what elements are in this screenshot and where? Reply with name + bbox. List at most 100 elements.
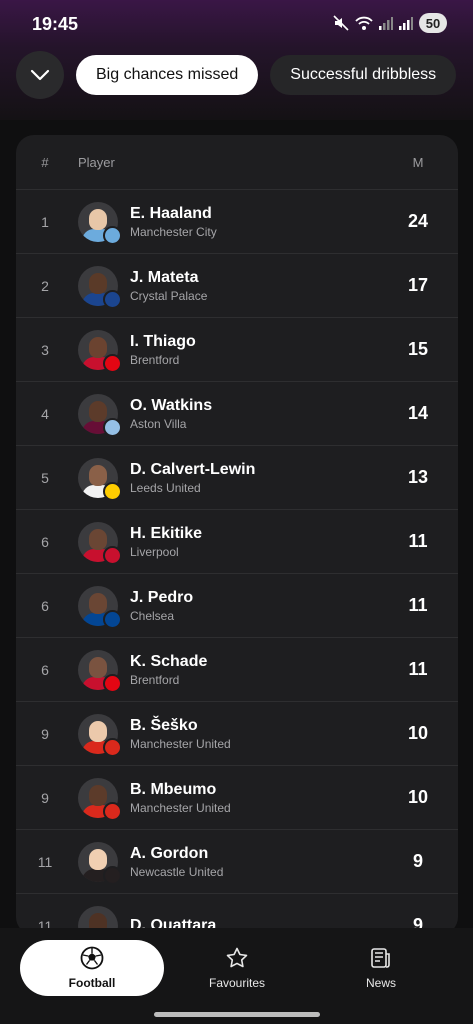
star-icon xyxy=(226,947,248,968)
nav-news[interactable]: News xyxy=(310,940,452,996)
table-body: 1 E. Haaland Manchester City 24 2 J. Mateta Cr… xyxy=(16,190,458,935)
club-badge-icon xyxy=(103,353,122,373)
player-avatar xyxy=(78,201,122,245)
stat-value: 11 xyxy=(408,659,428,679)
player-avatar xyxy=(78,393,122,437)
player-team: Leeds United xyxy=(130,480,201,495)
player-team: Crystal Palace xyxy=(130,288,208,303)
club-badge-icon xyxy=(103,673,122,693)
bottom-navigation: Football Favourites News xyxy=(0,928,473,1024)
player-avatar xyxy=(78,457,122,501)
player-info: D. Calvert-Lewin Leeds United xyxy=(118,460,378,496)
player-head xyxy=(89,272,107,294)
stat-value: 13 xyxy=(407,467,429,487)
player-avatar xyxy=(78,329,122,373)
nav-favourites[interactable]: Favourites xyxy=(166,940,308,996)
table-row[interactable]: 9 B. Mbeumo Manchester United 10 xyxy=(16,766,458,830)
row-rank: 11 xyxy=(37,853,53,870)
row-rank: 6 xyxy=(41,533,49,550)
player-info: J. Pedro Chelsea xyxy=(118,588,378,624)
table-row[interactable]: 2 J. Mateta Crystal Palace 17 xyxy=(16,254,458,318)
player-info: H. Ekitike Liverpool xyxy=(118,524,378,560)
table-row[interactable]: 6 H. Ekitike Liverpool 11 xyxy=(16,510,458,574)
player-name: J. Pedro xyxy=(130,588,194,606)
home-indicator[interactable] xyxy=(154,1012,320,1017)
player-info: I. Thiago Brentford xyxy=(118,332,378,368)
club-badge-icon xyxy=(103,545,122,565)
table-row[interactable]: 6 K. Schade Brentford 11 xyxy=(16,638,458,702)
table-row[interactable]: 3 I. Thiago Brentford 15 xyxy=(16,318,458,382)
player-info: E. Haaland Manchester City xyxy=(118,204,378,240)
player-avatar xyxy=(78,713,122,757)
row-rank: 9 xyxy=(41,789,49,806)
player-avatar xyxy=(78,265,122,309)
club-badge-icon xyxy=(103,289,122,309)
table-row[interactable]: 1 E. Haaland Manchester City 24 xyxy=(16,190,458,254)
chip-successful-dribbles[interactable]: Successful dribbless xyxy=(270,55,457,95)
stat-value: 10 xyxy=(407,723,429,743)
club-badge-icon xyxy=(103,609,122,629)
row-rank: 5 xyxy=(41,469,49,486)
player-head xyxy=(89,848,107,870)
player-avatar xyxy=(78,521,122,565)
row-rank: 9 xyxy=(41,725,49,742)
stat-value: 17 xyxy=(407,275,429,295)
row-rank: 6 xyxy=(41,661,49,678)
table-row[interactable]: 9 B. Šeško Manchester United 10 xyxy=(16,702,458,766)
player-team: Manchester United xyxy=(130,800,231,815)
stat-value: 15 xyxy=(407,339,429,359)
stat-value: 9 xyxy=(412,851,423,871)
player-head xyxy=(89,464,107,486)
player-info: A. Gordon Newcastle United xyxy=(118,844,378,880)
player-info: O. Watkins Aston Villa xyxy=(118,396,378,432)
club-badge-icon xyxy=(103,481,122,501)
player-name: E. Haaland xyxy=(130,204,212,222)
wifi-icon xyxy=(355,16,373,30)
club-badge-icon xyxy=(103,417,122,437)
football-icon xyxy=(80,946,104,970)
player-avatar xyxy=(78,777,122,821)
table-row[interactable]: 6 J. Pedro Chelsea 11 xyxy=(16,574,458,638)
player-head xyxy=(89,528,107,550)
player-team: Aston Villa xyxy=(130,416,187,431)
player-head xyxy=(89,784,107,806)
mute-icon xyxy=(333,15,349,31)
stat-value: 24 xyxy=(407,211,429,231)
player-head xyxy=(89,400,107,422)
filter-chips: Big chances missed Successful dribbless xyxy=(16,51,457,99)
battery-indicator: 50 xyxy=(419,13,447,33)
expand-filters-button[interactable] xyxy=(16,51,64,99)
status-bar: 19:45 50 xyxy=(0,0,473,50)
table-row[interactable]: 11 A. Gordon Newcastle United 9 xyxy=(16,830,458,894)
signal-icon xyxy=(379,17,393,30)
player-head xyxy=(89,336,107,358)
nav-favourites-label: Favourites xyxy=(208,976,266,990)
club-badge-icon xyxy=(103,801,122,821)
stat-value: 10 xyxy=(407,787,429,807)
player-avatar xyxy=(78,649,122,693)
chip-big-chances-missed[interactable]: Big chances missed xyxy=(76,55,259,95)
table-row[interactable]: 5 D. Calvert-Lewin Leeds United 13 xyxy=(16,446,458,510)
player-info: K. Schade Brentford xyxy=(118,652,378,688)
status-icons: 50 xyxy=(333,13,447,33)
table-row[interactable]: 4 O. Watkins Aston Villa 14 xyxy=(16,382,458,446)
stat-value: 11 xyxy=(408,531,428,551)
nav-football[interactable]: Football xyxy=(20,940,164,996)
column-header-value[interactable]: M xyxy=(378,155,458,170)
column-header-player: Player xyxy=(78,154,115,170)
player-head xyxy=(89,720,107,742)
player-name: H. Ekitike xyxy=(130,524,203,542)
row-rank: 4 xyxy=(41,405,49,422)
player-team: Brentford xyxy=(130,672,180,687)
player-name: D. Calvert-Lewin xyxy=(130,460,256,478)
player-team: Brentford xyxy=(130,352,180,367)
player-info: J. Mateta Crystal Palace xyxy=(118,268,378,304)
chevron-down-icon xyxy=(30,69,50,81)
player-info: B. Mbeumo Manchester United xyxy=(118,780,378,816)
player-name: I. Thiago xyxy=(130,332,196,350)
stat-value: 14 xyxy=(407,403,429,423)
club-badge-icon xyxy=(103,737,122,757)
player-team: Chelsea xyxy=(130,608,175,623)
row-rank: 3 xyxy=(41,341,49,358)
table-header: # Player M xyxy=(16,135,458,190)
